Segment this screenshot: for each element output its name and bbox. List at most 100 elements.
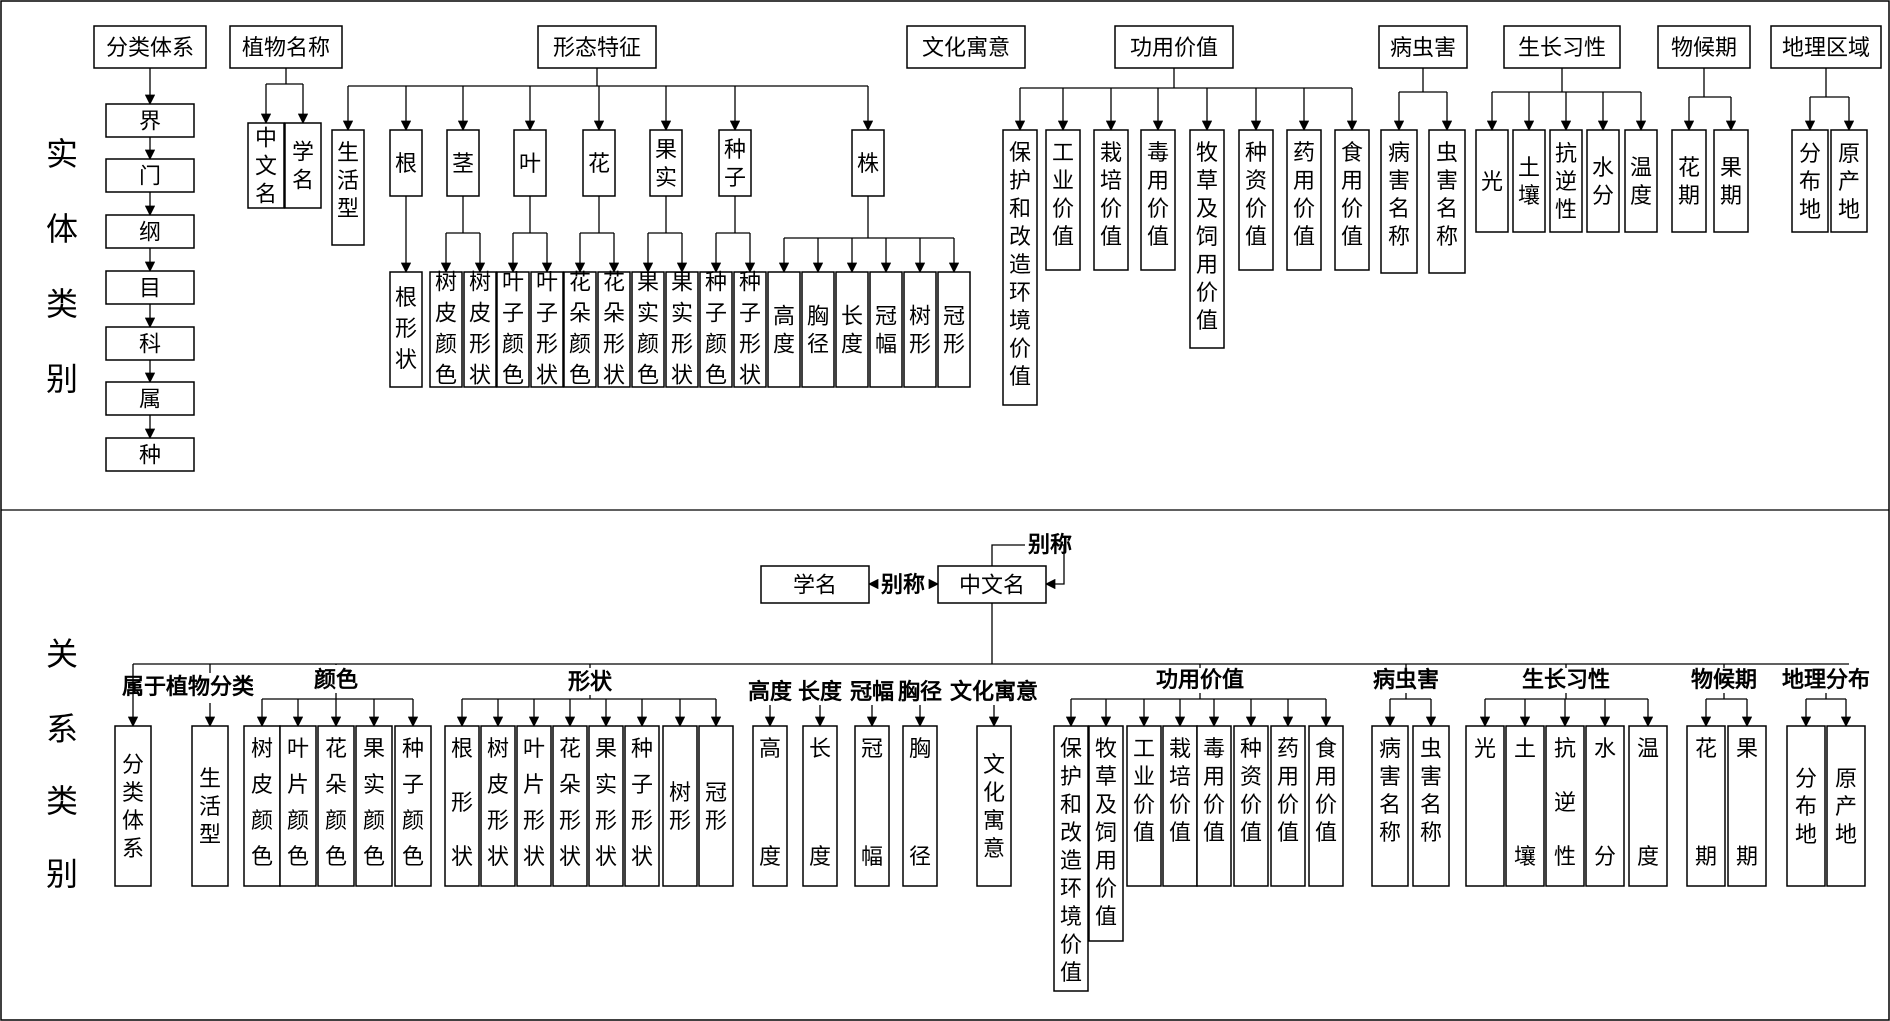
rel-target-growth: 土壤: [1505, 725, 1545, 887]
morph-plant-dimension: 冠幅: [869, 271, 903, 388]
cat-phenology-label: 物候期: [1671, 36, 1737, 61]
relation-center-label: 中文名: [959, 574, 1025, 599]
entity-section-title: 实体类别: [46, 135, 78, 398]
rel-target-shape: 冠形: [698, 725, 734, 887]
rel-height: 高度: [748, 679, 793, 705]
rel-target-value: 牧草及饲用价值: [1088, 725, 1124, 942]
rel-target-growth: 抗逆性: [1545, 725, 1585, 887]
growth-item: 土壤: [1512, 129, 1546, 233]
cat-cultural-meaning: 文化寓意: [906, 25, 1026, 69]
alias-label: 别称: [880, 572, 925, 598]
value-item: 种资价值: [1238, 129, 1274, 271]
self-alias-label: 别称: [1027, 532, 1072, 558]
growth-item: 水分: [1586, 129, 1620, 233]
morph-leaf: 叶: [513, 129, 547, 197]
pest-item: 虫害名称: [1428, 129, 1466, 274]
rel-target-pest: 虫害名称: [1412, 725, 1450, 887]
morph-flower-label: 花: [588, 152, 610, 177]
growth-item: 光: [1475, 129, 1509, 233]
rel-target-growth: 水分: [1585, 725, 1625, 887]
name-scientific: 学名: [284, 122, 322, 209]
morph-pair-shape: 树皮形状: [463, 271, 497, 389]
taxonomy-level: 种: [105, 437, 195, 472]
rel-target-color: 种子颜色: [394, 725, 432, 887]
value-item-label: 保护和改造环境价值: [1009, 141, 1031, 390]
region-item-label: 原产地: [1838, 142, 1860, 223]
rel-crown: 冠幅: [850, 680, 894, 705]
morph-plant-dimension: 长度: [835, 271, 869, 388]
rel-target-value: 栽培价值: [1162, 725, 1198, 887]
rel-target-dbh: 胸径: [902, 725, 938, 887]
rel-plant-class: 植物分类: [166, 674, 255, 700]
phenology-item: 果期: [1713, 129, 1749, 233]
morph-plant-dimension: 高度: [767, 271, 801, 388]
morph-life-form: 生活型: [331, 129, 365, 246]
taxonomy-level-label: 门: [139, 165, 161, 190]
taxonomy-level: 门: [105, 158, 195, 193]
cat-pests: 病虫害: [1378, 25, 1468, 69]
growth-item-label: 光: [1481, 170, 1503, 195]
morph-pair-shape: 花朵形状: [597, 271, 631, 389]
rel-target-growth-label: 抗逆性: [1554, 737, 1576, 870]
rel-target-growth-label: 光: [1474, 737, 1496, 762]
cat-value-label: 功用价值: [1130, 36, 1218, 61]
rel-culture: 文化寓意: [950, 679, 1038, 705]
region-item-label: 分布地: [1799, 142, 1821, 223]
growth-item: 温度: [1624, 129, 1658, 233]
morph-stem: 茎: [446, 129, 480, 197]
morph-pair-color: 种子颜色: [699, 271, 733, 389]
morph-pair-color: 花朵颜色: [563, 271, 597, 389]
morph-pair-shape: 果实形状: [665, 271, 699, 389]
rel-length: 长度: [798, 679, 843, 705]
rel-target-value: 保护和改造环境价值: [1053, 725, 1089, 992]
rel-distribution: 地理分布: [1782, 667, 1870, 693]
taxonomy-level: 纲: [105, 214, 195, 249]
rel-target-region-label: 分布地: [1795, 767, 1817, 848]
rel-color: 颜色: [314, 667, 358, 693]
rel-target-growth: 温度: [1628, 725, 1668, 887]
rel-target-shape: 树皮形状: [480, 725, 516, 887]
rel-shape: 形状: [568, 670, 613, 695]
name-chinese-label: 中文名: [255, 127, 277, 208]
rel-value: 功用价值: [1156, 667, 1244, 693]
rel-target-life-form: 生活型: [191, 725, 229, 887]
rel-target-phenology: 果期: [1727, 725, 1767, 887]
cat-taxonomy-label: 分类体系: [106, 36, 194, 61]
rel-target-value: 毒用价值: [1196, 725, 1232, 887]
morph-pair-shape: 叶子形状: [530, 271, 564, 389]
rel-target-shape: 果实形状: [588, 725, 624, 887]
morph-root-shape: 根形状: [389, 271, 423, 388]
rel-target-crown: 冠幅: [854, 725, 890, 887]
morph-plant: 株: [851, 129, 885, 197]
taxonomy-level: 属: [105, 381, 195, 416]
rel-target-shape: 叶片形状: [516, 725, 552, 887]
morph-plant-dimension: 胸径: [801, 271, 835, 388]
rel-dbh: 胸径: [898, 679, 942, 705]
cat-plant-name-label: 植物名称: [242, 36, 330, 61]
taxonomy-level-label: 种: [139, 444, 161, 469]
cat-cultural-meaning-label: 文化寓意: [922, 36, 1010, 61]
taxonomy-level-label: 属: [139, 388, 161, 413]
morph-plant-label: 株: [857, 152, 879, 177]
taxonomy-level-label: 目: [139, 277, 161, 302]
morph-pair-color: 叶子颜色: [496, 271, 530, 389]
cat-growth: 生长习性: [1503, 25, 1621, 69]
cat-region-label: 地理区域: [1782, 36, 1870, 61]
rel-target-taxonomy: 分类体系: [114, 725, 152, 887]
cat-morphology-label: 形态特征: [553, 36, 641, 61]
cat-phenology: 物候期: [1657, 25, 1751, 69]
rel-target-pest: 病害名称: [1371, 725, 1409, 887]
rel-growth: 生长习性: [1522, 668, 1610, 693]
rel-target-shape-label: 根形状: [451, 737, 473, 870]
region-item: 分布地: [1791, 129, 1829, 233]
rel-target-value: 食用价值: [1308, 725, 1344, 887]
rel-target-color: 花朵颜色: [317, 725, 355, 887]
value-item: 食用价值: [1334, 129, 1370, 271]
taxonomy-level-label: 界: [139, 110, 161, 135]
rel-target-color: 果实颜色: [355, 725, 393, 887]
rel-target-shape: 根形状: [444, 725, 480, 887]
rel-target-value-label: 保护和改造环境价值: [1060, 737, 1082, 986]
relation-scientific-label: 学名: [793, 574, 837, 599]
value-item: 保护和改造环境价值: [1002, 129, 1038, 406]
rel-target-value-label: 牧草及饲用价值: [1095, 737, 1117, 930]
